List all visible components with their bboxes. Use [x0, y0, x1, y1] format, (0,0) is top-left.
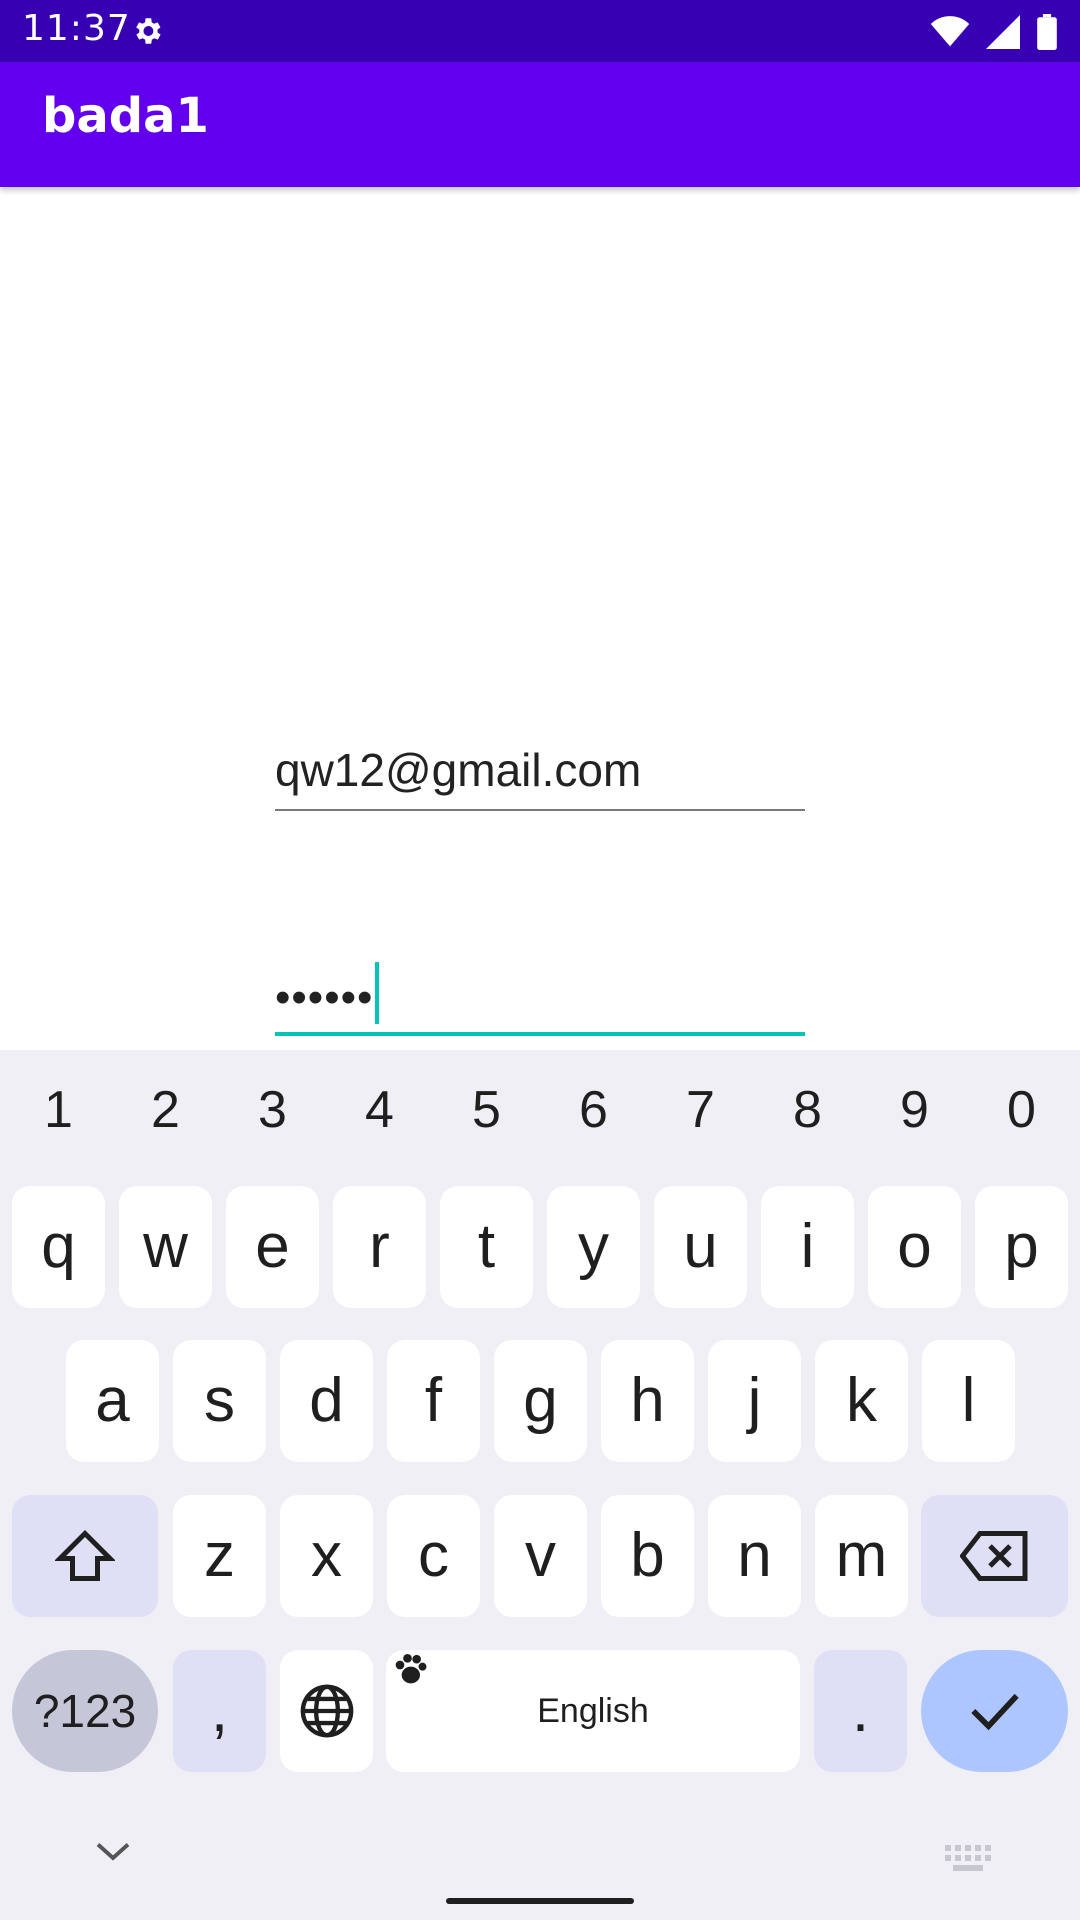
number-key-5[interactable]: 5: [433, 1080, 540, 1140]
number-key-4[interactable]: 4: [326, 1080, 433, 1140]
backspace-key[interactable]: [921, 1495, 1068, 1617]
text-cursor: [375, 962, 380, 1024]
key-i-label: i: [800, 1212, 815, 1281]
key-o[interactable]: o: [868, 1186, 961, 1308]
number-key-8[interactable]: 8: [754, 1080, 861, 1140]
symbols-key[interactable]: ?123: [12, 1650, 158, 1772]
key-a[interactable]: a: [66, 1340, 159, 1462]
key-i[interactable]: i: [761, 1186, 854, 1308]
number-key-6[interactable]: 6: [540, 1080, 647, 1140]
paw-icon: [395, 1654, 427, 1684]
key-h[interactable]: h: [601, 1340, 694, 1462]
password-value: ••••••: [275, 962, 380, 1024]
key-w-label: w: [143, 1212, 188, 1281]
email-value: qw12@gmail.com: [275, 744, 642, 796]
key-g[interactable]: g: [494, 1340, 587, 1462]
password-dots: ••••••: [275, 973, 374, 1022]
key-x-label: x: [311, 1521, 342, 1590]
key-e-label: e: [255, 1212, 290, 1281]
key-z[interactable]: z: [173, 1495, 266, 1617]
key-r[interactable]: r: [333, 1186, 426, 1308]
key-n-label: n: [737, 1521, 772, 1590]
key-u[interactable]: u: [654, 1186, 747, 1308]
number-key-2[interactable]: 2: [112, 1080, 219, 1140]
battery-icon: [1037, 14, 1057, 50]
key-j-label: j: [747, 1366, 762, 1435]
app-bar: bada1: [0, 62, 1080, 187]
key-y[interactable]: y: [547, 1186, 640, 1308]
space-key[interactable]: English: [386, 1650, 800, 1772]
comma-key[interactable]: ,: [173, 1650, 266, 1772]
key-h-label: h: [630, 1366, 665, 1435]
key-u-label: u: [683, 1212, 718, 1281]
key-t[interactable]: t: [440, 1186, 533, 1308]
hide-keyboard-chevron-icon[interactable]: [95, 1840, 131, 1864]
language-key[interactable]: [280, 1650, 373, 1772]
status-time: 11:37: [22, 8, 131, 49]
space-key-label: English: [537, 1692, 649, 1730]
globe-icon: [300, 1684, 353, 1738]
period-key-label: .: [851, 1676, 870, 1745]
password-field[interactable]: ••••••: [275, 950, 805, 1036]
key-q[interactable]: q: [12, 1186, 105, 1308]
key-n[interactable]: n: [708, 1495, 801, 1617]
key-l-label: l: [961, 1366, 976, 1435]
symbols-key-label: ?123: [33, 1685, 137, 1737]
status-bar: 11:37: [0, 0, 1080, 62]
period-key[interactable]: .: [814, 1650, 907, 1772]
number-key-1[interactable]: 1: [5, 1080, 112, 1140]
comma-key-label: ,: [210, 1676, 229, 1745]
shift-key[interactable]: [12, 1495, 158, 1617]
key-v[interactable]: v: [494, 1495, 587, 1617]
key-a-label: a: [95, 1366, 130, 1435]
key-p-label: p: [1004, 1212, 1039, 1281]
key-r-label: r: [369, 1212, 390, 1281]
check-icon: [970, 1693, 1019, 1731]
key-f-label: f: [424, 1366, 443, 1435]
shift-arrow-icon: [53, 1529, 117, 1581]
key-y-label: y: [578, 1212, 609, 1281]
keyboard-switch-icon[interactable]: [945, 1845, 991, 1873]
enter-key[interactable]: [921, 1650, 1068, 1772]
key-m-label: m: [835, 1521, 888, 1590]
key-q-label: q: [41, 1212, 76, 1281]
key-o-label: o: [897, 1212, 932, 1281]
wifi-icon: [930, 16, 970, 47]
key-j[interactable]: j: [708, 1340, 801, 1462]
key-v-label: v: [525, 1521, 556, 1590]
number-key-7[interactable]: 7: [647, 1080, 754, 1140]
app-title: bada1: [42, 88, 209, 144]
key-d[interactable]: d: [280, 1340, 373, 1462]
key-k[interactable]: k: [815, 1340, 908, 1462]
key-p[interactable]: p: [975, 1186, 1068, 1308]
backspace-icon: [958, 1531, 1027, 1581]
cellular-signal-icon: [986, 15, 1020, 49]
soft-keyboard: 1234567890: [0, 1050, 1080, 1920]
settings-gear-icon: [136, 18, 161, 44]
key-s-label: s: [204, 1366, 235, 1435]
number-key-9[interactable]: 9: [861, 1080, 968, 1140]
key-s[interactable]: s: [173, 1340, 266, 1462]
key-e[interactable]: e: [226, 1186, 319, 1308]
status-icons: [930, 12, 1058, 52]
key-l[interactable]: l: [922, 1340, 1015, 1462]
key-t-label: t: [477, 1212, 496, 1281]
number-row: 1234567890: [0, 1080, 1080, 1140]
key-k-label: k: [846, 1366, 877, 1435]
key-d-label: d: [309, 1366, 344, 1435]
key-c[interactable]: c: [387, 1495, 480, 1617]
email-field[interactable]: qw12@gmail.com: [275, 735, 805, 811]
key-m[interactable]: m: [815, 1495, 908, 1617]
key-g-label: g: [523, 1366, 558, 1435]
key-z-label: z: [204, 1521, 235, 1590]
key-f[interactable]: f: [387, 1340, 480, 1462]
home-gesture-bar[interactable]: [446, 1898, 634, 1904]
key-b[interactable]: b: [601, 1495, 694, 1617]
number-key-3[interactable]: 3: [219, 1080, 326, 1140]
key-w[interactable]: w: [119, 1186, 212, 1308]
key-c-label: c: [418, 1521, 449, 1590]
key-x[interactable]: x: [280, 1495, 373, 1617]
key-b-label: b: [630, 1521, 665, 1590]
number-key-0[interactable]: 0: [968, 1080, 1075, 1140]
